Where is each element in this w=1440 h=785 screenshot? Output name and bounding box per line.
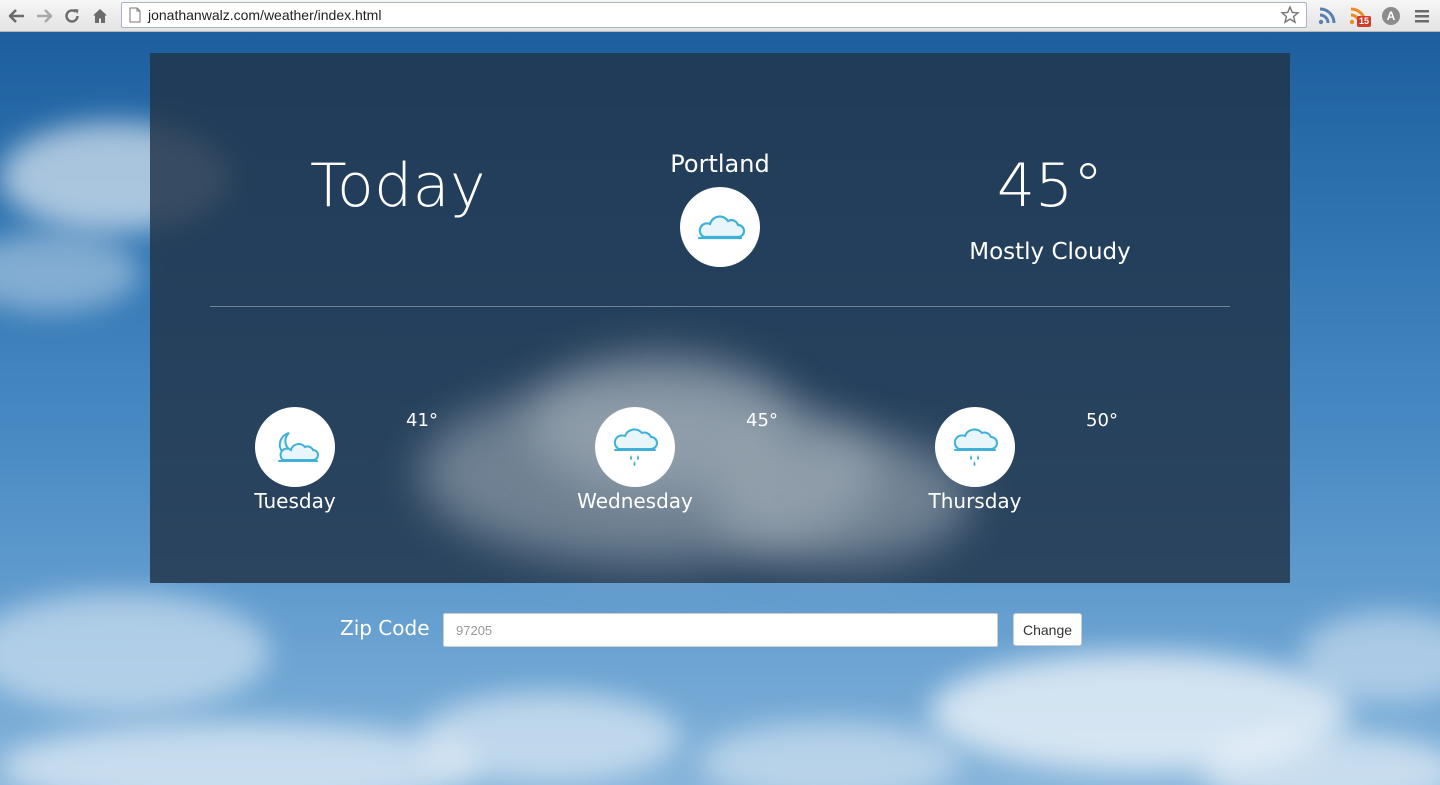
bookmark-star-icon[interactable]: [1280, 5, 1300, 25]
today-heading: Today: [310, 151, 487, 221]
reload-icon: [65, 9, 79, 23]
forecast-temperature: 50°: [1086, 410, 1118, 431]
address-bar[interactable]: jonathanwalz.com/weather/index.html: [121, 2, 1307, 28]
forward-button[interactable]: [32, 4, 56, 28]
change-zip-button[interactable]: Change: [1013, 613, 1082, 646]
rain-cloud-icon: [953, 428, 998, 466]
rss-reader-extension[interactable]: 15: [1348, 5, 1372, 27]
forecast-icon-circle: [255, 407, 335, 487]
browser-toolbar: jonathanwalz.com/weather/index.html 15 A: [0, 0, 1440, 32]
current-temperature: 45°: [996, 151, 1104, 221]
today-weather-icon-circle: [680, 187, 760, 267]
browser-menu-button[interactable]: [1412, 5, 1434, 27]
rss-icon: [1318, 7, 1336, 25]
forecast-day-label: Wednesday: [577, 489, 693, 513]
home-icon: [93, 9, 107, 23]
cloud-icon: [697, 215, 746, 240]
hamburger-menu-icon: [1415, 10, 1429, 23]
forecast-icon-circle: [595, 407, 675, 487]
letter-a-icon: A: [1382, 7, 1400, 25]
weather-panel: Today Portland 45° Mostly Cloudy Tuesday…: [150, 53, 1290, 583]
home-button[interactable]: [88, 4, 112, 28]
section-divider: [210, 306, 1230, 307]
current-condition: Mostly Cloudy: [969, 239, 1131, 265]
zip-code-input[interactable]: [443, 613, 998, 647]
reload-button[interactable]: [60, 4, 84, 28]
back-button[interactable]: [5, 4, 29, 28]
forecast-temperature: 41°: [406, 410, 438, 431]
forecast-day-label: Tuesday: [254, 489, 336, 513]
city-name: Portland: [670, 150, 770, 178]
forward-arrow-icon: [37, 9, 53, 23]
zip-code-label: Zip Code: [340, 616, 430, 640]
rss-feed-extension[interactable]: [1316, 5, 1338, 27]
forecast-day-label: Thursday: [928, 489, 1022, 513]
back-arrow-icon: [8, 9, 24, 23]
forecast-icon-circle: [935, 407, 1015, 487]
rain-cloud-icon: [613, 428, 658, 466]
moon-cloud-icon: [278, 432, 319, 462]
font-extension[interactable]: A: [1380, 5, 1402, 27]
forecast-temperature: 45°: [746, 410, 778, 431]
rss-badge: 15: [1357, 16, 1372, 27]
url-text: jonathanwalz.com/weather/index.html: [148, 7, 382, 23]
page-icon: [129, 7, 141, 23]
